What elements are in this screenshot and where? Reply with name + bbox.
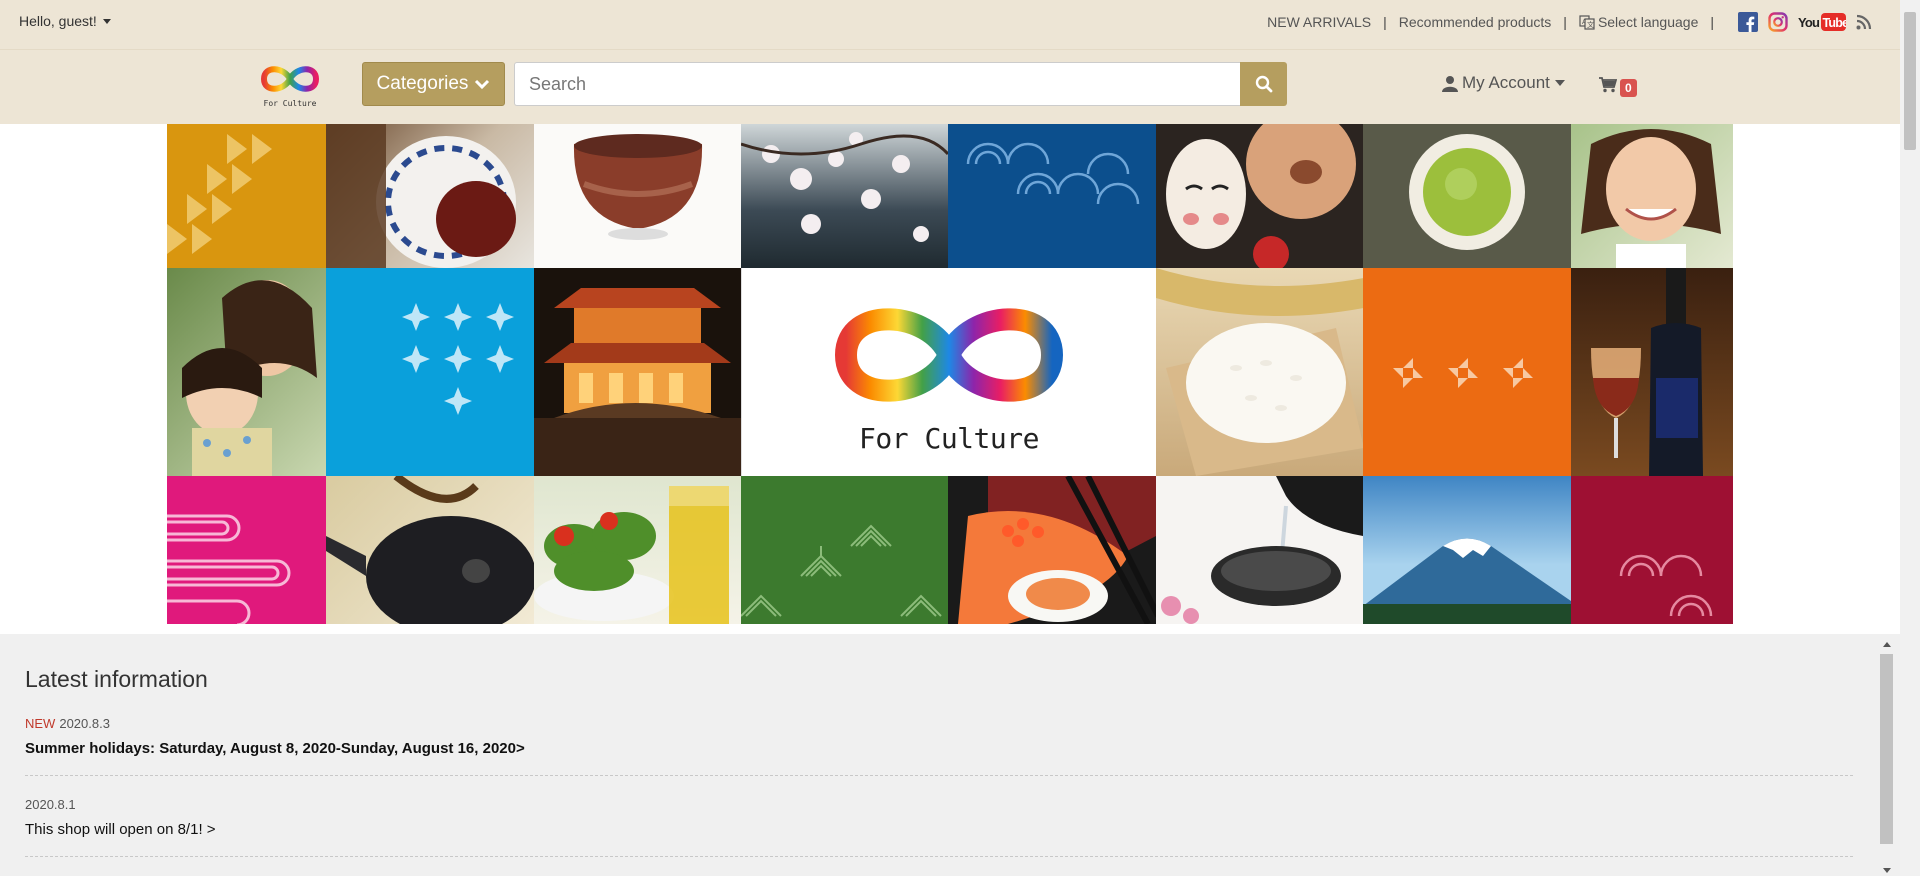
banner-tile-matcha	[1363, 124, 1571, 268]
scroll-down-icon[interactable]	[1883, 868, 1891, 873]
news-title-link[interactable]: This shop will open on 8/1! >	[25, 821, 1853, 838]
separator: |	[1710, 14, 1714, 30]
banner-tile-masks	[1156, 124, 1363, 268]
search-icon	[1255, 75, 1272, 93]
banner-tile-plates	[326, 124, 534, 268]
social-links: You Tube	[1728, 12, 1872, 32]
banner-tile-sky-blue-stars	[326, 268, 534, 476]
for-culture-logo-icon	[834, 307, 1064, 402]
banner-title: For Culture	[859, 421, 1039, 455]
banner-tile-wine	[1571, 268, 1733, 476]
banner-tile-pink-pattern	[167, 476, 326, 624]
latest-information-section: Latest information NEW 2020.8.3 Summer ho…	[0, 634, 1900, 876]
news-title-link[interactable]: Summer holidays: Saturday, August 8, 202…	[25, 740, 1853, 757]
greeting-dropdown[interactable]: Hello, guest!	[19, 13, 111, 29]
banner-tile-mother-daughter	[167, 268, 326, 476]
rss-icon[interactable]	[1856, 14, 1872, 30]
caret-down-icon	[1554, 80, 1565, 86]
scrollbar-thumb[interactable]	[1880, 654, 1893, 844]
svg-text:You: You	[1798, 15, 1820, 30]
news-date: 2020.8.3	[59, 716, 110, 731]
svg-text:Tube: Tube	[1823, 16, 1847, 30]
greeting-text: Hello, guest!	[19, 13, 97, 29]
new-arrivals-link[interactable]: NEW ARRIVALS	[1267, 14, 1371, 30]
caret-down-icon	[102, 19, 111, 24]
cart-count-badge: 0	[1620, 79, 1637, 97]
my-account-label: My Account	[1462, 73, 1550, 92]
select-language-label: Select language	[1597, 14, 1699, 30]
news-date: 2020.8.1	[25, 797, 76, 812]
select-language-link[interactable]: A文 Select language	[1579, 14, 1698, 30]
banner-tile-temple-night	[534, 268, 741, 476]
banner-tile-orange-pinwheels	[1363, 268, 1571, 476]
my-account-dropdown[interactable]: My Account	[1442, 73, 1565, 93]
cart-button[interactable]: 0	[1599, 73, 1637, 97]
banner-tile-cherry-blossom	[741, 124, 948, 268]
translate-icon: A文	[1579, 15, 1595, 30]
youtube-icon[interactable]: You Tube	[1798, 12, 1846, 32]
svg-text:文: 文	[1587, 20, 1594, 29]
banner-tile-green-pine	[741, 476, 948, 624]
banner-tile-teapot	[326, 476, 534, 624]
news-item[interactable]: 2020.8.1 This shop will open on 8/1! >	[25, 797, 1853, 857]
banner-tile-salad-oil	[534, 476, 741, 624]
search-button[interactable]	[1240, 62, 1287, 106]
categories-label: Categories	[376, 73, 469, 94]
scrollbar-thumb[interactable]	[1904, 12, 1916, 150]
info-scrollbar[interactable]	[1878, 640, 1895, 876]
banner-tile-yellow-pattern	[167, 124, 326, 268]
banner-center-logo: For Culture	[741, 268, 1156, 476]
new-badge: NEW	[25, 716, 56, 731]
banner-tile-mount-fuji	[1363, 476, 1571, 624]
separator: |	[1383, 14, 1387, 30]
banner-tile-blue-waves	[948, 124, 1156, 268]
instagram-icon[interactable]	[1768, 12, 1788, 32]
categories-button[interactable]: Categories	[362, 62, 505, 106]
facebook-icon[interactable]	[1738, 12, 1758, 32]
page-scrollbar[interactable]	[1900, 0, 1920, 876]
banner-tile-laughing-girl	[1571, 124, 1733, 268]
scroll-up-icon[interactable]	[1883, 642, 1891, 647]
news-meta: NEW 2020.8.3	[25, 716, 1853, 731]
separator: |	[1563, 14, 1567, 30]
banner-tile-sushi	[948, 476, 1156, 624]
top-bar: Hello, guest! NEW ARRIVALS | Recommended…	[0, 0, 1900, 49]
user-icon	[1442, 75, 1458, 92]
site-logo[interactable]: For Culture	[256, 60, 324, 110]
banner-tile-rice	[1156, 268, 1363, 476]
search-input[interactable]	[514, 62, 1241, 106]
site-header: For Culture Categories My Account 0	[0, 49, 1900, 124]
recommended-products-link[interactable]: Recommended products	[1399, 14, 1552, 30]
infinity-logo-icon	[260, 66, 320, 92]
banner-tile-tea-bowl	[534, 124, 741, 268]
logo-text: For Culture	[263, 99, 317, 108]
banner-tile-sake	[1156, 476, 1363, 624]
top-links: NEW ARRIVALS | Recommended products | A文…	[1267, 12, 1872, 32]
chevron-down-icon	[475, 79, 490, 90]
section-heading: Latest information	[25, 666, 208, 692]
banner-tile-crimson-waves	[1571, 476, 1733, 624]
hero-banner[interactable]: For Culture	[167, 124, 1733, 624]
cart-icon	[1599, 77, 1617, 93]
news-meta: 2020.8.1	[25, 797, 1853, 812]
news-item[interactable]: NEW 2020.8.3 Summer holidays: Saturday, A…	[25, 716, 1853, 776]
